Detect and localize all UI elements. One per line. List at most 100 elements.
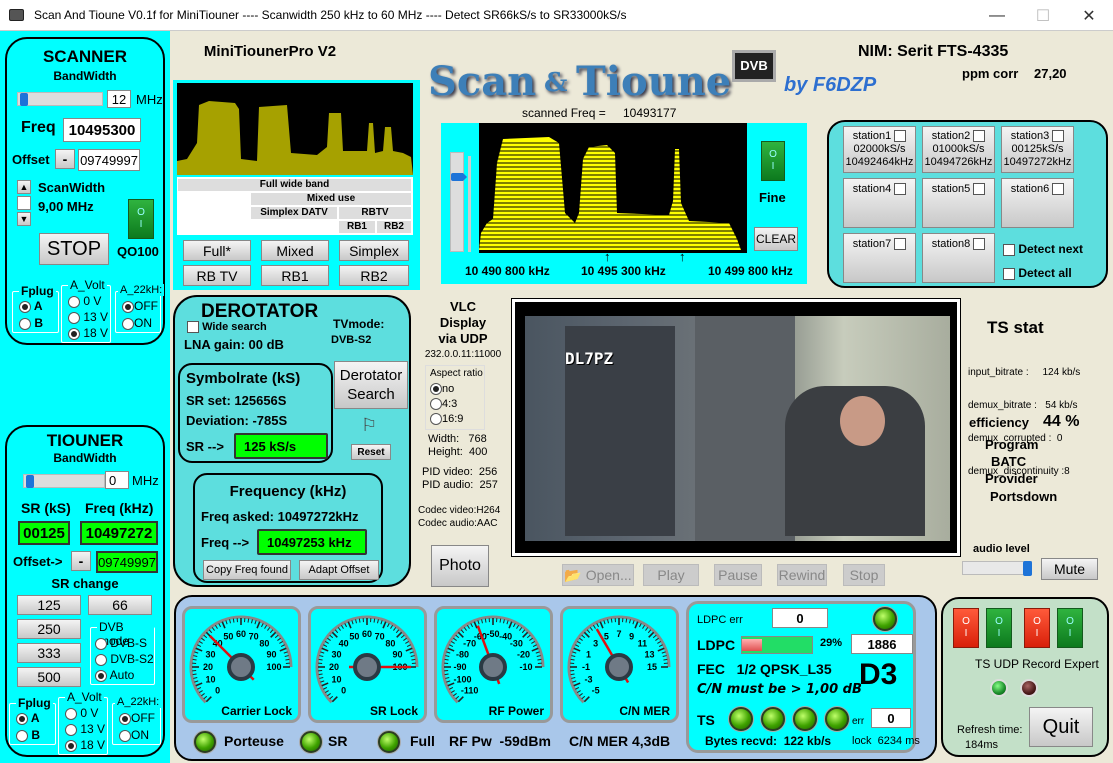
radio[interactable] [65,707,77,720]
radio[interactable] [16,712,28,725]
sr-66-button[interactable]: 66 [88,595,152,615]
radio[interactable] [68,327,80,340]
stop-button[interactable]: STOP [39,233,109,265]
minimize-button[interactable]: — [974,0,1020,31]
checkbox[interactable] [187,321,199,334]
scanner-offset-input[interactable]: 09749997 [78,149,140,171]
station-checkbox[interactable] [1052,130,1065,143]
spectrum-display[interactable] [479,123,747,253]
a22k-option-off[interactable]: OFF [122,299,158,313]
radio[interactable] [65,739,77,752]
fplug-option-b[interactable]: B [19,316,43,330]
avolt-option-18[interactable]: 18 V [65,738,105,752]
slider-thumb[interactable] [26,475,34,488]
expert-toggle[interactable]: OI [1057,608,1083,648]
stop-play-button[interactable]: Stop [843,564,885,586]
radio[interactable] [19,317,31,330]
sr-250-button[interactable]: 250 [17,619,81,639]
avolt-option-13[interactable]: 13 V [68,310,108,324]
detect-next-checkbox[interactable]: Detect next [1003,242,1083,256]
mute-button[interactable]: Mute [1041,558,1098,580]
slider-thumb[interactable] [451,173,467,181]
tiouner-sr-value[interactable]: 00125 [18,521,70,545]
slider-thumb[interactable] [20,93,28,106]
ts-toggle[interactable]: OI [953,608,979,648]
photo-button[interactable]: Photo [431,545,489,587]
station7-button[interactable]: station7 [843,233,916,283]
band-full-button[interactable]: Full* [183,240,251,261]
tiouner-freq-value[interactable]: 10497272 [80,521,158,545]
checkbox[interactable] [1003,267,1015,280]
open-button[interactable]: 📂 Open... [562,564,634,586]
aspect-option-no[interactable]: no [430,383,454,396]
station6-button[interactable]: station6 [1001,178,1074,228]
rewind-button[interactable]: Rewind [777,564,827,586]
audio-level-slider[interactable] [962,561,1032,576]
avolt-option-0[interactable]: 0 V [68,294,101,308]
radio[interactable] [430,383,442,396]
radio[interactable] [430,398,442,411]
tiouner-bandwidth-input[interactable]: 0 [105,471,129,489]
band-mixed-button[interactable]: Mixed [261,240,329,261]
scanner-offset-sign-button[interactable]: - [55,149,75,169]
radio[interactable] [68,311,80,324]
station-checkbox[interactable] [894,183,907,195]
station-checkbox[interactable] [894,130,907,143]
station1-button[interactable]: station1 02000kS/s 10492464kHz [843,126,916,173]
station4-button[interactable]: station4 [843,178,916,228]
spectrum-level-slider[interactable] [450,152,467,252]
station5-button[interactable]: station5 [922,178,995,228]
radio[interactable] [122,317,134,330]
udp-toggle[interactable]: OI [986,608,1012,648]
scanwidth-spin[interactable] [17,196,31,210]
pause-button[interactable]: Pause [714,564,762,586]
maximize-button[interactable]: ☐ [1020,0,1066,31]
fplug-option-a[interactable]: A [16,711,40,725]
scanner-freq-input[interactable]: 10495300 [63,118,141,142]
radio[interactable] [95,669,107,682]
scanner-bandwidth-slider[interactable] [17,92,103,106]
band-rbtv-button[interactable]: RB TV [183,265,251,286]
checkbox[interactable] [1003,243,1015,256]
aspect-option-4-3[interactable]: 4:3 [430,398,457,411]
tiouner-offset-sign-button[interactable]: - [71,551,91,571]
a22k-option-off[interactable]: OFF [119,711,155,725]
scanner-bandwidth-input[interactable]: 12 [107,90,131,108]
play-button[interactable]: Play [643,564,699,586]
reset-button[interactable]: Reset [351,444,391,460]
radio[interactable] [19,300,31,313]
fplug-option-a[interactable]: A [19,299,43,313]
avolt-option-18[interactable]: 18 V [68,326,108,340]
station2-button[interactable]: station2 01000kS/s 10494726kHz [922,126,995,173]
quit-button[interactable]: Quit [1029,707,1093,747]
radio[interactable] [122,300,134,313]
band-simplex-button[interactable]: Simplex [339,240,409,261]
qo100-toggle[interactable]: OI [128,199,154,239]
station8-button[interactable]: station8 [922,233,995,283]
slider-thumb[interactable] [1023,561,1032,576]
clear-button[interactable]: CLEAR [754,227,798,251]
station-checkbox[interactable] [973,238,986,250]
a22k-option-on[interactable]: ON [119,728,149,742]
radio[interactable] [16,729,28,742]
dvb-option-auto[interactable]: Auto [95,668,134,682]
adapt-offset-button[interactable]: Adapt Offset [299,560,379,580]
close-button[interactable]: ✕ [1066,0,1112,31]
sr-333-button[interactable]: 333 [17,643,81,663]
sr-125-button[interactable]: 125 [17,595,81,615]
scanwidth-up-button[interactable]: ▲ [17,180,31,194]
radio[interactable] [430,413,442,426]
station3-button[interactable]: station3 00125kS/s 10497272kHz [1001,126,1074,173]
radio[interactable] [68,295,80,308]
sr-500-button[interactable]: 500 [17,667,81,687]
scanwidth-down-button[interactable]: ▼ [17,212,31,226]
detect-all-checkbox[interactable]: Detect all [1003,266,1072,280]
station-checkbox[interactable] [1052,183,1065,195]
fplug-option-b[interactable]: B [16,728,40,742]
record-toggle[interactable]: OI [1024,608,1050,648]
tiouner-offset-input[interactable]: 09749997 [96,551,158,573]
dvb-option-s[interactable]: DVB-S [95,636,147,650]
a22k-option-on[interactable]: ON [122,316,152,330]
station-checkbox[interactable] [973,183,986,195]
radio[interactable] [119,712,131,725]
